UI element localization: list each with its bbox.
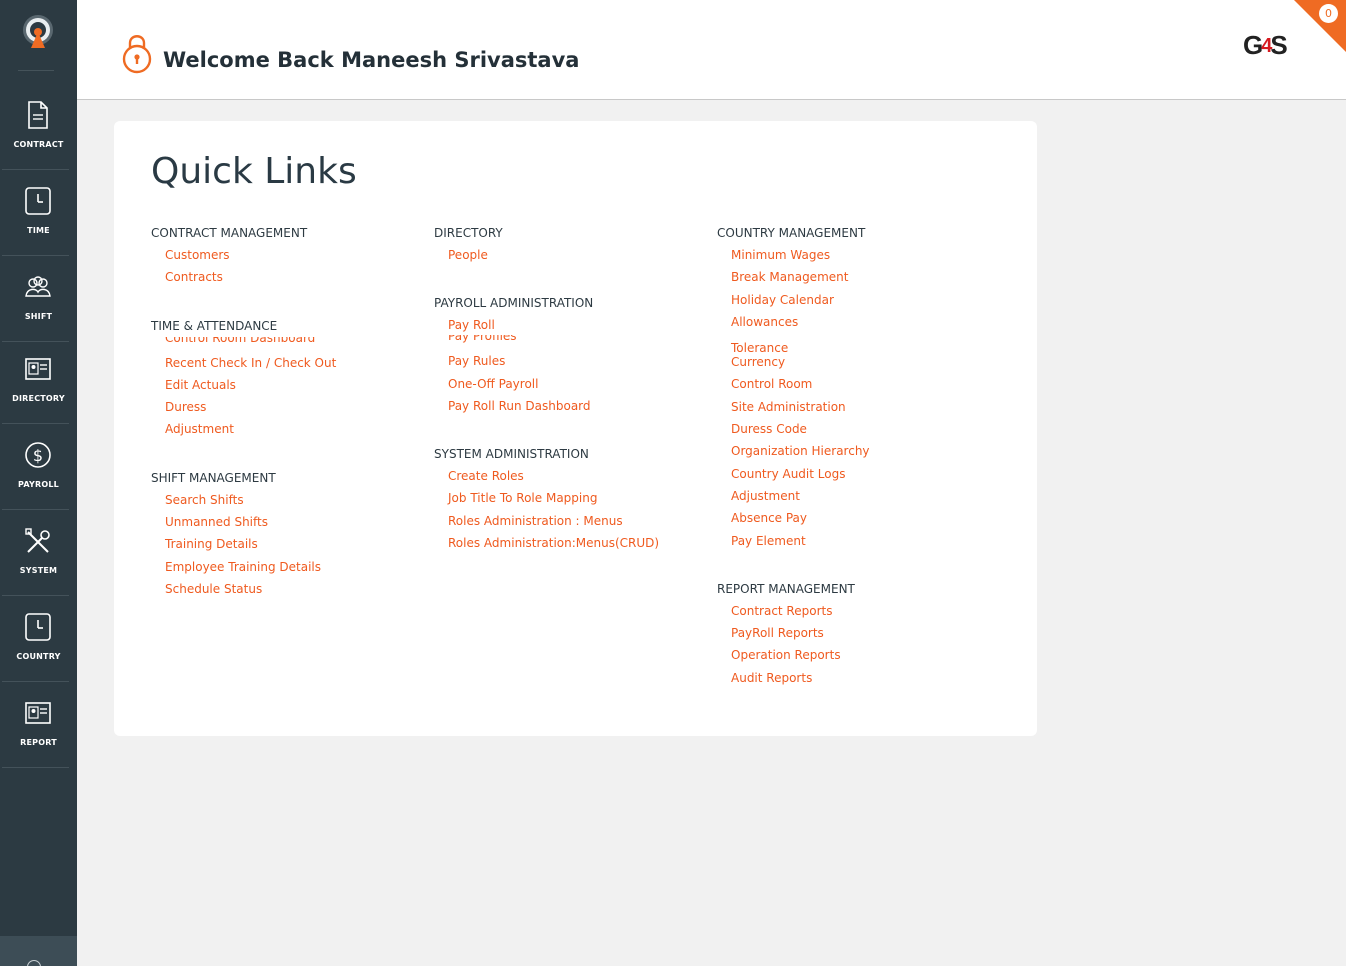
link-control-room[interactable]: Control Room — [717, 376, 987, 398]
section-heading: DIRECTORY — [434, 226, 503, 240]
document-icon — [28, 101, 48, 129]
id-card-icon — [25, 702, 51, 724]
section-heading: SYSTEM ADMINISTRATION — [434, 447, 589, 462]
nav-payroll[interactable]: $ PAYROLL — [0, 424, 77, 510]
link-payroll-reports[interactable]: PayRoll Reports — [717, 625, 987, 647]
clock-icon — [25, 187, 51, 215]
link-training-details[interactable]: Training Details — [151, 536, 421, 558]
section-report-management: REPORT MANAGEMENT Contract Reports PayRo… — [717, 581, 987, 692]
quick-links-column: DIRECTORY People PAYROLL ADMINISTRATION … — [434, 225, 704, 583]
svg-text:$: $ — [33, 446, 43, 465]
link-roles-admin-menus[interactable]: Roles Administration : Menus — [434, 513, 704, 535]
section-contract-management: CONTRACT MANAGEMENT Customers Contracts — [151, 225, 421, 292]
nav-country[interactable]: COUNTRY — [0, 596, 77, 682]
sidebar: CONTRACT TIME SHIFT DIRECTORY $ PAYROLL … — [0, 0, 77, 966]
tools-icon — [25, 528, 50, 553]
nav-time-label: TIME — [27, 226, 50, 235]
quick-links-column: CONTRACT MANAGEMENT Customers Contracts … — [151, 225, 421, 629]
link-one-off-payroll[interactable]: One-Off Payroll — [434, 376, 704, 398]
link-people[interactable]: People — [434, 247, 704, 269]
link-currency[interactable]: Currency — [717, 354, 987, 376]
link-pay-element[interactable]: Pay Element — [717, 533, 987, 555]
section-system-administration: SYSTEM ADMINISTRATION Create Roles Job T… — [434, 446, 704, 557]
link-site-administration[interactable]: Site Administration — [717, 399, 987, 421]
divider — [2, 767, 69, 768]
link-break-management[interactable]: Break Management — [717, 269, 987, 291]
link-contract-reports[interactable]: Contract Reports — [717, 603, 987, 625]
link-roles-admin-menus-crud[interactable]: Roles Administration:Menus(CRUD) — [434, 535, 704, 557]
welcome-message: Welcome Back Maneesh Srivastava — [163, 48, 580, 72]
link-country-audit-logs[interactable]: Country Audit Logs — [717, 466, 987, 488]
link-organization-hierarchy[interactable]: Organization Hierarchy — [717, 443, 987, 465]
link-pay-roll-run-dashboard[interactable]: Pay Roll Run Dashboard — [434, 398, 704, 420]
help-icon — [27, 960, 41, 966]
link-pay-profiles[interactable]: Pay Profiles — [434, 335, 704, 353]
nav-report-label: REPORT — [20, 738, 57, 747]
link-job-title-role-mapping[interactable]: Job Title To Role Mapping — [434, 490, 704, 512]
section-country-management: COUNTRY MANAGEMENT Minimum Wages Break M… — [717, 225, 987, 555]
section-shift-management: SHIFT MANAGEMENT Search Shifts Unmanned … — [151, 470, 421, 603]
link-contracts[interactable]: Contracts — [151, 269, 421, 291]
nav-contract[interactable]: CONTRACT — [0, 84, 77, 170]
link-minimum-wages[interactable]: Minimum Wages — [717, 247, 987, 269]
company-logo: G4S — [1243, 30, 1288, 60]
link-operation-reports[interactable]: Operation Reports — [717, 647, 987, 669]
nav-country-label: COUNTRY — [16, 652, 61, 661]
link-duress-code[interactable]: Duress Code — [717, 421, 987, 443]
quick-links-column: COUNTRY MANAGEMENT Minimum Wages Break M… — [717, 225, 987, 718]
link-customers[interactable]: Customers — [151, 247, 421, 269]
section-payroll-administration: PAYROLL ADMINISTRATION Pay Roll Pay Prof… — [434, 295, 704, 420]
link-unmanned-shifts[interactable]: Unmanned Shifts — [151, 514, 421, 536]
people-icon — [25, 276, 51, 297]
app-logo[interactable] — [0, 0, 77, 70]
id-card-icon — [25, 358, 51, 380]
link-pay-roll[interactable]: Pay Roll — [434, 317, 704, 335]
nav-payroll-label: PAYROLL — [18, 480, 59, 489]
link-adjustment[interactable]: Adjustment — [717, 488, 987, 510]
link-audit-reports[interactable]: Audit Reports — [717, 670, 987, 692]
link-absence-pay[interactable]: Absence Pay — [717, 510, 987, 532]
nav-shift-label: SHIFT — [24, 312, 53, 321]
section-heading: SHIFT MANAGEMENT — [151, 470, 276, 485]
logo-divider — [18, 70, 54, 71]
nav-system[interactable]: SYSTEM — [0, 510, 77, 596]
link-adjustment[interactable]: Adjustment — [151, 421, 421, 443]
nav-shift[interactable]: SHIFT — [0, 256, 77, 342]
section-heading: REPORT MANAGEMENT — [717, 581, 855, 596]
link-schedule-status[interactable]: Schedule Status — [151, 581, 421, 603]
link-create-roles[interactable]: Create Roles — [434, 468, 704, 490]
section-directory: DIRECTORY People — [434, 225, 704, 269]
link-search-shifts[interactable]: Search Shifts — [151, 492, 421, 514]
section-heading: COUNTRY MANAGEMENT — [717, 226, 866, 240]
nav-time[interactable]: TIME — [0, 170, 77, 256]
page-title: Quick Links — [151, 151, 357, 192]
nav-system-label: SYSTEM — [19, 566, 58, 575]
link-holiday-calendar[interactable]: Holiday Calendar — [717, 292, 987, 314]
link-control-room-dashboard[interactable]: Control Room Dashboard — [151, 337, 421, 355]
lock-icon — [122, 35, 152, 74]
section-heading: PAYROLL ADMINISTRATION — [434, 296, 594, 311]
section-time-attendance: TIME & ATTENDANCE Control Room Dashboard… — [151, 318, 421, 444]
section-heading: TIME & ATTENDANCE — [151, 318, 278, 333]
link-allowances[interactable]: Allowances — [717, 314, 987, 336]
link-duress[interactable]: Duress — [151, 399, 421, 421]
notification-count-badge: 0 — [1319, 4, 1338, 23]
link-tolerance[interactable]: Tolerance — [717, 336, 987, 354]
link-recent-check-in-out[interactable]: Recent Check In / Check Out — [151, 355, 421, 377]
nav-report[interactable]: REPORT — [0, 682, 77, 768]
dollar-icon: $ — [25, 442, 51, 468]
quick-links-card: Quick Links CONTRACT MANAGEMENT Customer… — [114, 121, 1037, 736]
notifications-button[interactable]: 0 — [1288, 0, 1346, 52]
header: Welcome Back Maneesh Srivastava G4S 0 — [77, 0, 1346, 100]
sidebar-footer-button[interactable] — [0, 936, 77, 966]
nav-contract-label: CONTRACT — [13, 140, 64, 149]
clock-icon — [25, 613, 51, 641]
link-employee-training-details[interactable]: Employee Training Details — [151, 559, 421, 581]
link-pay-rules[interactable]: Pay Rules — [434, 353, 704, 375]
nav-directory-label: DIRECTORY — [12, 394, 65, 403]
link-edit-actuals[interactable]: Edit Actuals — [151, 377, 421, 399]
nav-directory[interactable]: DIRECTORY — [0, 338, 77, 424]
section-heading: CONTRACT MANAGEMENT — [151, 226, 308, 240]
